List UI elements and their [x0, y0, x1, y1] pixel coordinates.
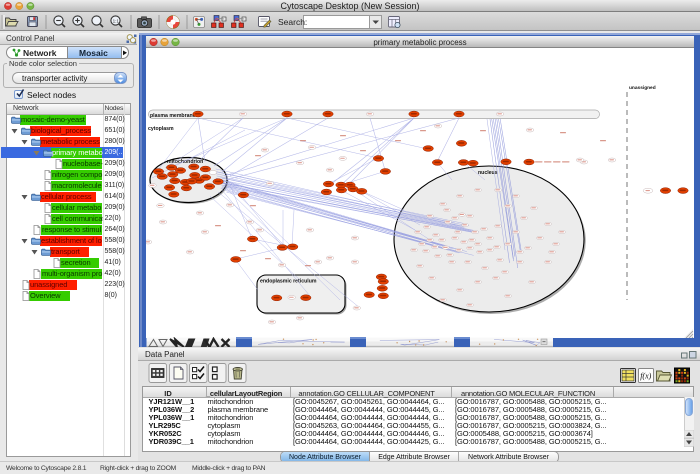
svg-text:mitochondrion: mitochondrion — [167, 159, 203, 165]
svg-text:plasma membrane: plasma membrane — [150, 113, 196, 119]
svg-text:endoplasmic reticulum: endoplasmic reticulum — [260, 279, 317, 285]
svg-text:unassigned: unassigned — [629, 85, 656, 91]
svg-text:cytoplasm: cytoplasm — [148, 126, 174, 132]
svg-text:f(x): f(x) — [640, 372, 651, 381]
